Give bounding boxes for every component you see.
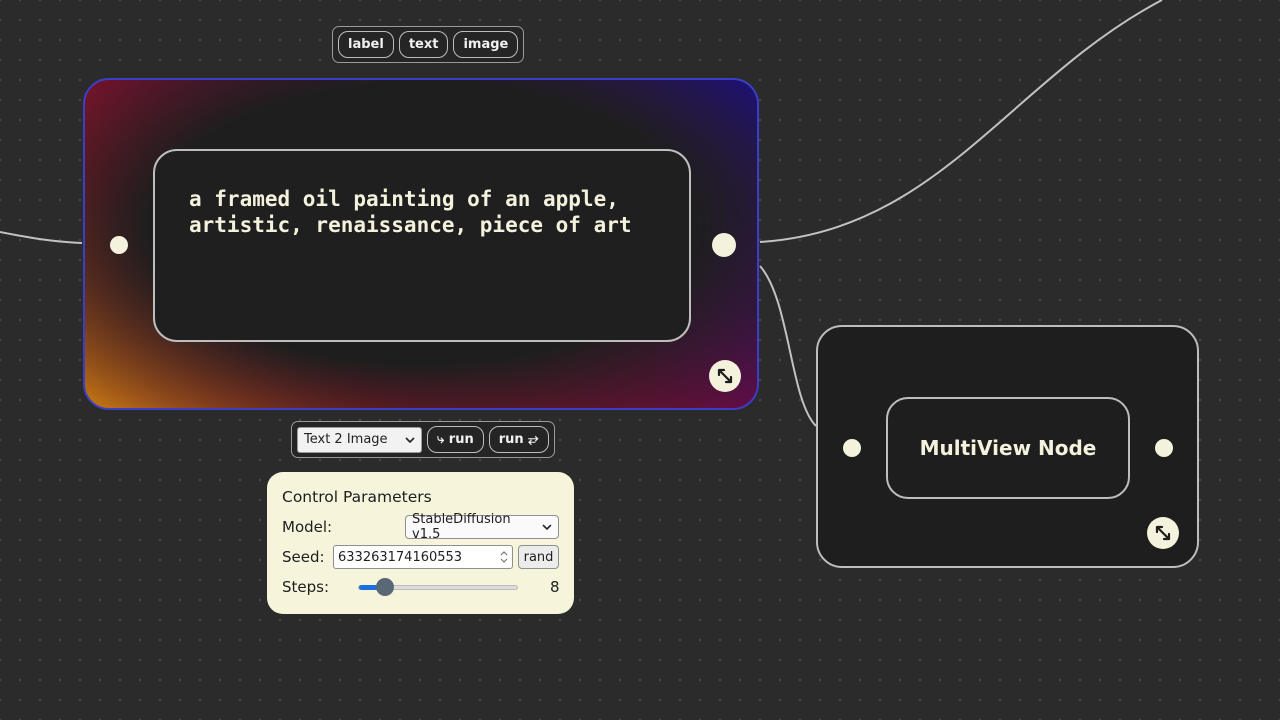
wire-right-output — [759, 0, 1163, 243]
chevron-down-icon — [405, 436, 415, 443]
chevron-down-icon — [542, 524, 552, 530]
spinner-icon[interactable] — [500, 550, 508, 564]
model-row: Model: StableDiffusion v1.5 — [282, 512, 559, 542]
multiview-output-port[interactable] — [1155, 439, 1173, 457]
seed-label: Seed: — [282, 548, 325, 566]
mode-select[interactable]: Text 2 Image — [297, 426, 422, 453]
steps-slider[interactable] — [358, 578, 518, 596]
steps-row: Steps: 8 — [282, 572, 560, 602]
run-button[interactable]: ⤷ run — [427, 426, 484, 453]
seed-row: Seed: 633263174160553 rand — [282, 542, 559, 572]
node-type-toolbar: label text image — [332, 26, 525, 63]
model-select[interactable]: StableDiffusion v1.5 — [405, 512, 559, 542]
control-parameters-panel: Control Parameters Model: StableDiffusio… — [267, 472, 574, 614]
text-prompt-node[interactable]: a framed oil painting of an apple, artis… — [83, 78, 759, 410]
expand-button[interactable] — [709, 360, 741, 392]
steps-value: 8 — [550, 578, 560, 596]
multiview-node[interactable]: MultiView Node — [816, 325, 1199, 568]
input-port[interactable] — [110, 236, 128, 254]
seed-value: 633263174160553 — [338, 549, 463, 565]
rand-button[interactable]: rand — [518, 545, 559, 569]
expand-icon — [1155, 525, 1171, 541]
multiview-expand-button[interactable] — [1147, 517, 1179, 549]
panel-title: Control Parameters — [282, 488, 432, 506]
run-chain-button[interactable]: run ⥂ — [488, 426, 549, 453]
label-button[interactable]: label — [338, 31, 394, 58]
model-label: Model: — [282, 518, 333, 536]
multiview-title: MultiView Node — [919, 436, 1097, 460]
node-canvas[interactable]: label text image a framed oil painting o… — [0, 0, 1280, 720]
image-button[interactable]: image — [453, 31, 519, 58]
model-select-value: StableDiffusion v1.5 — [412, 512, 511, 542]
multiview-title-box: MultiView Node — [886, 397, 1130, 499]
seed-input[interactable]: 633263174160553 — [333, 545, 513, 569]
output-port[interactable] — [712, 233, 736, 257]
wire-to-multiview — [759, 265, 817, 427]
steps-slider-thumb[interactable] — [376, 578, 394, 596]
steps-label: Steps: — [282, 578, 330, 596]
prompt-text-area[interactable]: a framed oil painting of an apple, artis… — [153, 149, 691, 342]
multiview-input-port[interactable] — [843, 439, 861, 457]
run-toolbar: Text 2 Image ⤷ run run ⥂ — [291, 421, 555, 458]
mode-select-value: Text 2 Image — [304, 432, 388, 447]
text-button[interactable]: text — [398, 31, 449, 58]
wire-left-input — [0, 231, 83, 244]
expand-icon — [717, 368, 733, 384]
